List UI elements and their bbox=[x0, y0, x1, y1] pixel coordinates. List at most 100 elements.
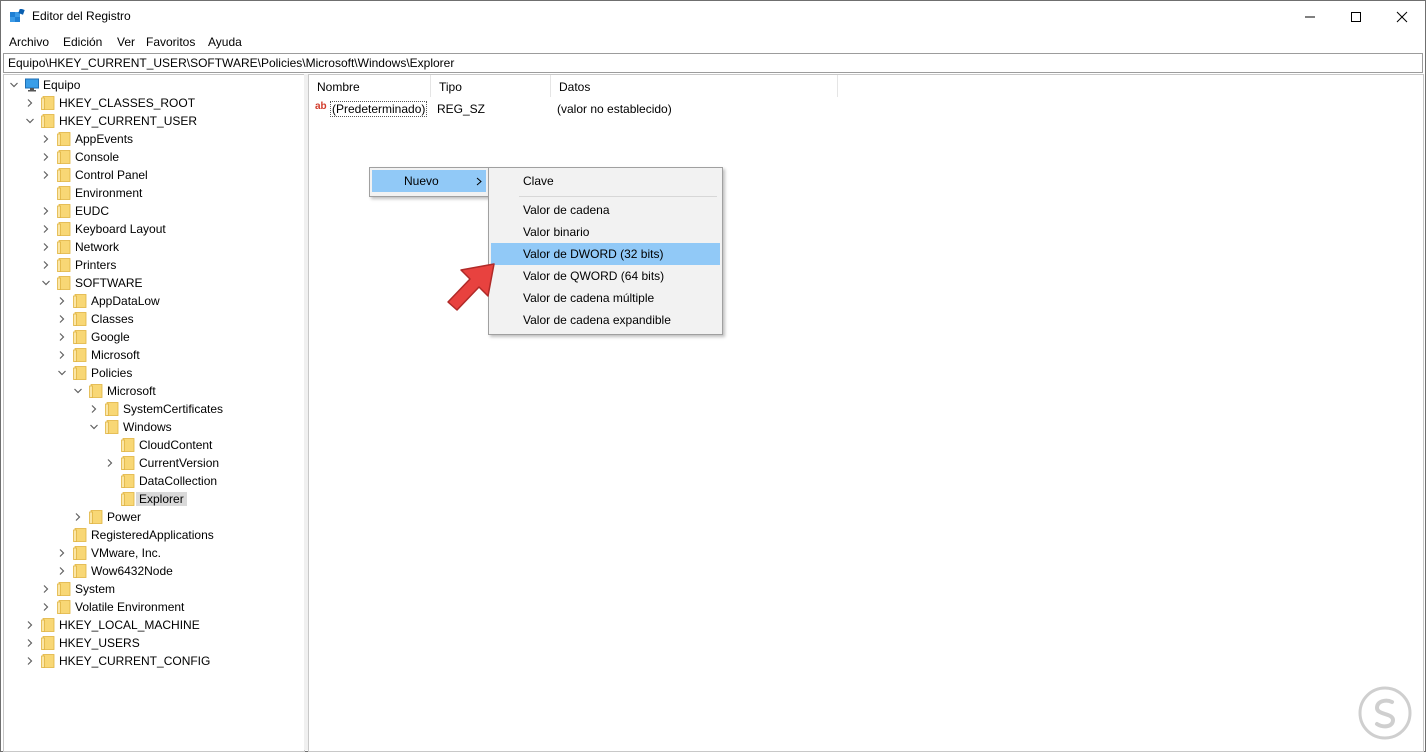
chevron-right-icon[interactable] bbox=[25, 98, 35, 108]
chevron-down-icon[interactable] bbox=[41, 278, 51, 288]
folder-icon bbox=[57, 276, 71, 290]
tree-item[interactable]: EUDC bbox=[4, 202, 302, 220]
tree-item[interactable]: SOFTWARE bbox=[4, 274, 302, 292]
chevron-right-icon[interactable] bbox=[41, 134, 51, 144]
chevron-right-icon[interactable] bbox=[25, 656, 35, 666]
folder-icon bbox=[121, 474, 135, 488]
column-header-nombre[interactable]: Nombre bbox=[309, 75, 431, 97]
tree-item[interactable]: SystemCertificates bbox=[4, 400, 302, 418]
tree-item[interactable]: Network bbox=[4, 238, 302, 256]
chevron-right-icon[interactable] bbox=[41, 170, 51, 180]
folder-icon bbox=[89, 510, 103, 524]
tree-item[interactable]: VMware, Inc. bbox=[4, 544, 302, 562]
chevron-down-icon[interactable] bbox=[25, 116, 35, 126]
tree-item[interactable]: DataCollection bbox=[4, 472, 302, 490]
folder-icon bbox=[57, 240, 71, 254]
maximize-button[interactable] bbox=[1333, 1, 1379, 32]
submenu-item-clave[interactable]: Clave bbox=[491, 170, 720, 192]
folder-icon bbox=[73, 312, 87, 326]
chevron-right-icon[interactable] bbox=[105, 458, 115, 468]
chevron-right-icon[interactable] bbox=[25, 620, 35, 630]
tree-item-label: Console bbox=[75, 150, 120, 164]
chevron-right-icon[interactable] bbox=[57, 314, 67, 324]
submenu-item-valor-cadena-expandible[interactable]: Valor de cadena expandible bbox=[491, 309, 720, 331]
address-bar[interactable]: Equipo\HKEY_CURRENT_USER\SOFTWARE\Polici… bbox=[3, 53, 1423, 73]
tree-item[interactable]: Equipo bbox=[4, 76, 302, 94]
chevron-right-icon[interactable] bbox=[89, 404, 99, 414]
tree-item[interactable]: Microsoft bbox=[4, 382, 302, 400]
minimize-button[interactable] bbox=[1287, 1, 1333, 32]
tree-item[interactable]: HKEY_CURRENT_USER bbox=[4, 112, 302, 130]
tree-item[interactable]: Explorer bbox=[4, 490, 302, 508]
tree-item-label: CloudContent bbox=[139, 438, 213, 452]
key-tree-pane[interactable]: Equipo HKEY_CLASSES_ROOT HKEY_CURRENT_USER… bbox=[3, 74, 305, 752]
menu-ayuda[interactable]: Ayuda bbox=[208, 35, 242, 49]
chevron-right-icon[interactable] bbox=[41, 602, 51, 612]
submenu-item-valor-cadena[interactable]: Valor de cadena bbox=[491, 199, 720, 221]
chevron-right-icon[interactable] bbox=[41, 584, 51, 594]
tree-item[interactable]: Volatile Environment bbox=[4, 598, 302, 616]
submenu-item-valor-cadena-multiple[interactable]: Valor de cadena múltiple bbox=[491, 287, 720, 309]
menu-item-nuevo[interactable]: Nuevo bbox=[372, 170, 486, 192]
chevron-right-icon[interactable] bbox=[57, 566, 67, 576]
tree-item[interactable]: Wow6432Node bbox=[4, 562, 302, 580]
folder-icon bbox=[57, 258, 71, 272]
tree-item[interactable]: Microsoft bbox=[4, 346, 302, 364]
chevron-right-icon[interactable] bbox=[73, 512, 83, 522]
chevron-down-icon[interactable] bbox=[9, 80, 19, 90]
submenu-item-valor-qword[interactable]: Valor de QWORD (64 bits) bbox=[491, 265, 720, 287]
window-title: Editor del Registro bbox=[32, 9, 131, 23]
tree-item-label: Volatile Environment bbox=[75, 600, 185, 614]
list-item[interactable]: ab (Predeterminado) REG_SZ (valor no est… bbox=[309, 99, 909, 117]
tree-item[interactable]: Control Panel bbox=[4, 166, 302, 184]
menu-edicion[interactable]: Edición bbox=[63, 35, 102, 49]
menu-ver[interactable]: Ver bbox=[117, 35, 135, 49]
chevron-down-icon[interactable] bbox=[89, 422, 99, 432]
tree-item[interactable]: Power bbox=[4, 508, 302, 526]
tree-item[interactable]: AppDataLow bbox=[4, 292, 302, 310]
chevron-right-icon[interactable] bbox=[57, 332, 67, 342]
folder-icon bbox=[57, 186, 71, 200]
chevron-right-icon[interactable] bbox=[41, 242, 51, 252]
tree-item[interactable]: HKEY_LOCAL_MACHINE bbox=[4, 616, 302, 634]
chevron-right-icon[interactable] bbox=[41, 224, 51, 234]
tree-item[interactable]: HKEY_CLASSES_ROOT bbox=[4, 94, 302, 112]
folder-icon bbox=[73, 348, 87, 362]
chevron-right-icon[interactable] bbox=[57, 548, 67, 558]
tree-item[interactable]: CurrentVersion bbox=[4, 454, 302, 472]
chevron-right-icon[interactable] bbox=[41, 260, 51, 270]
tree-item[interactable]: RegisteredApplications bbox=[4, 526, 302, 544]
tree-item[interactable]: AppEvents bbox=[4, 130, 302, 148]
tree-item[interactable]: System bbox=[4, 580, 302, 598]
chevron-right-icon[interactable] bbox=[41, 152, 51, 162]
close-button[interactable] bbox=[1379, 1, 1425, 32]
tree-item[interactable]: HKEY_USERS bbox=[4, 634, 302, 652]
tree-item[interactable]: HKEY_CURRENT_CONFIG bbox=[4, 652, 302, 670]
chevron-right-icon[interactable] bbox=[25, 638, 35, 648]
chevron-down-icon[interactable] bbox=[73, 386, 83, 396]
chevron-right-icon[interactable] bbox=[57, 350, 67, 360]
submenu-item-valor-binario[interactable]: Valor binario bbox=[491, 221, 720, 243]
tree-item[interactable]: Printers bbox=[4, 256, 302, 274]
chevron-right-icon[interactable] bbox=[57, 296, 67, 306]
folder-icon bbox=[73, 330, 87, 344]
tree-item[interactable]: Google bbox=[4, 328, 302, 346]
tree-item[interactable]: Classes bbox=[4, 310, 302, 328]
tree-item-label: AppEvents bbox=[75, 132, 134, 146]
tree-item-label: SystemCertificates bbox=[123, 402, 224, 416]
column-header-tipo[interactable]: Tipo bbox=[431, 75, 551, 97]
tree-item-label: Microsoft bbox=[107, 384, 156, 398]
menu-archivo[interactable]: Archivo bbox=[9, 35, 49, 49]
column-header-datos[interactable]: Datos bbox=[551, 75, 838, 97]
tree-item[interactable]: Environment bbox=[4, 184, 302, 202]
tree-item-label: Network bbox=[75, 240, 120, 254]
tree-item[interactable]: CloudContent bbox=[4, 436, 302, 454]
tree-item[interactable]: Windows bbox=[4, 418, 302, 436]
chevron-right-icon[interactable] bbox=[41, 206, 51, 216]
tree-item[interactable]: Policies bbox=[4, 364, 302, 382]
submenu-item-valor-dword[interactable]: Valor de DWORD (32 bits) bbox=[491, 243, 720, 265]
tree-item[interactable]: Keyboard Layout bbox=[4, 220, 302, 238]
tree-item[interactable]: Console bbox=[4, 148, 302, 166]
chevron-down-icon[interactable] bbox=[57, 368, 67, 378]
menu-favoritos[interactable]: Favoritos bbox=[146, 35, 195, 49]
